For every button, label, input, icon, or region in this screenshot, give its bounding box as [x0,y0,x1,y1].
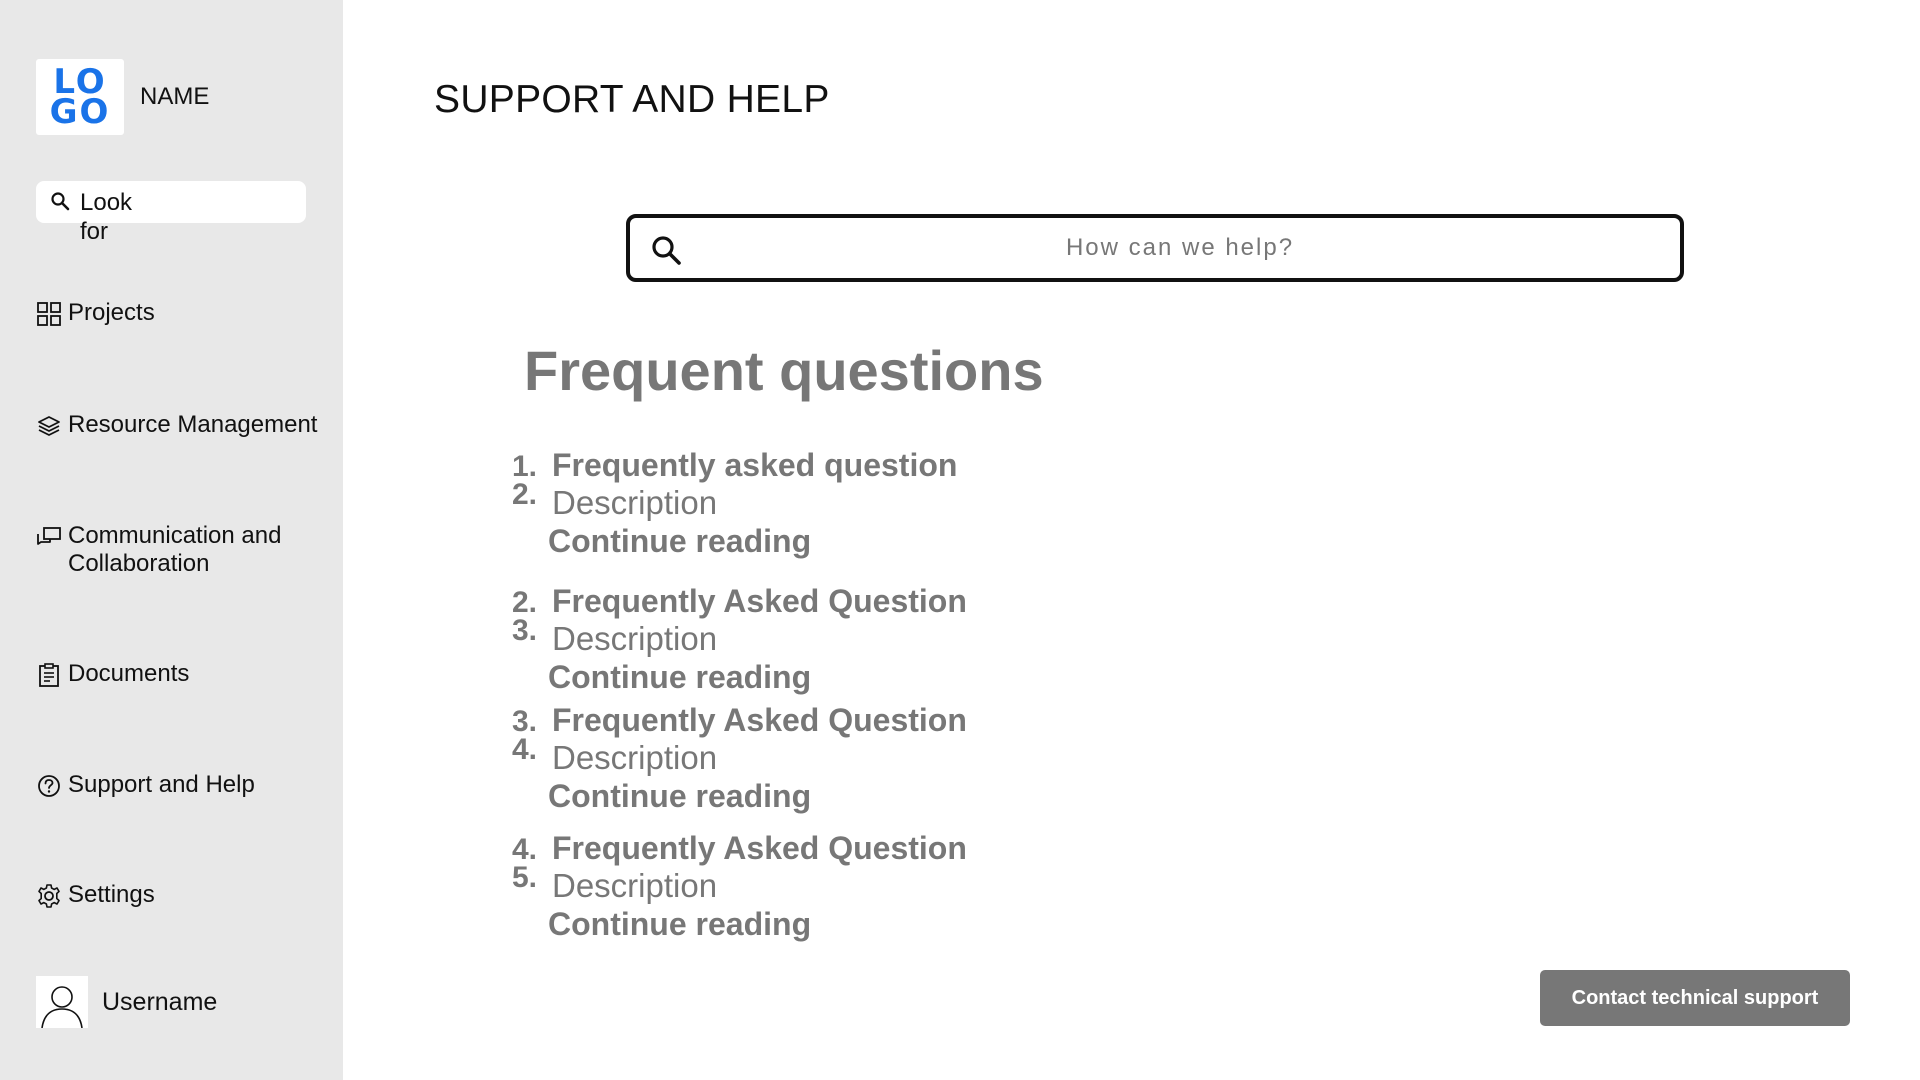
sidebar-item-label: Resource Management [68,411,318,438]
faq-description-number: 2. [512,478,538,511]
search-icon [652,236,681,265]
sidebar-item-communication[interactable]: Communication and Collaboration [36,522,328,578]
faq-question-row: 3. Frequently Asked Question [512,701,1112,739]
faq-description: Description [552,867,718,904]
help-search-input[interactable] [700,218,1660,278]
contact-support-button[interactable]: Contact technical support [1540,970,1850,1026]
faq-question[interactable]: Frequently asked question [552,446,957,484]
faq-item: 2. Frequently Asked Question 3. Descript… [512,582,1112,696]
continue-reading-link[interactable]: Continue reading [548,522,1112,560]
faq-question[interactable]: Frequently Asked Question [552,829,967,867]
layers-icon [38,416,60,436]
sidebar-item-label: Documents [68,660,190,687]
grid-icon [37,302,61,326]
brand: LO GO NAME [36,59,209,135]
help-search-bar[interactable] [626,214,1684,282]
sidebar-item-label: Communication and Collaboration [68,522,282,577]
brand-name: NAME [140,83,210,110]
continue-reading-link[interactable]: Continue reading [548,658,1112,696]
faq-heading: Frequent questions [524,339,1044,402]
user-avatar-icon [36,976,88,1028]
faq-description: Description [552,620,718,657]
sidebar-item-documents[interactable]: Documents [36,660,189,688]
faq-description-row: 2. Description [512,478,1112,522]
logo-text: LO GO [49,62,111,132]
help-circle-icon [38,775,60,797]
sidebar-item-label: Support and Help [68,771,255,798]
sidebar-item-projects[interactable]: Projects [36,299,155,327]
faq-description: Description [552,739,718,776]
faq-question-row: 1. Frequently asked question [512,446,1112,484]
faq-description-number: 4. [512,733,538,766]
faq-description-row: 3. Description [512,614,1112,658]
clipboard-icon [39,663,59,687]
continue-reading-link[interactable]: Continue reading [548,905,1112,943]
sidebar-item-label: Settings [68,881,155,908]
faq-description-row: 5. Description [512,861,1112,905]
logo[interactable]: LO GO [36,59,124,135]
faq-description: Description [552,484,718,521]
faq-question[interactable]: Frequently Asked Question [552,701,967,739]
username: Username [102,987,218,1016]
faq-item: 1. Frequently asked question 2. Descript… [512,446,1112,560]
gear-icon [38,884,60,908]
sidebar-search-label: Look for [80,189,133,245]
faq-description-row: 4. Description [512,733,1112,777]
sidebar: LO GO NAME Look for Projects Resource Ma… [0,0,343,1080]
page-title: SUPPORT AND HELP [434,78,830,121]
sidebar-item-settings[interactable]: Settings [36,881,155,909]
faq-question[interactable]: Frequently Asked Question [552,582,967,620]
sidebar-item-resource-management[interactable]: Resource Management [36,411,317,439]
chat-icon [37,527,61,545]
faq-item: 3. Frequently Asked Question 4. Descript… [512,701,1112,815]
sidebar-item-support[interactable]: Support and Help [36,771,255,799]
sidebar-item-label: Projects [68,299,155,326]
faq-question-row: 4. Frequently Asked Question [512,829,1112,867]
search-icon [51,192,70,211]
continue-reading-link[interactable]: Continue reading [548,777,1112,815]
faq-description-number: 3. [512,614,538,647]
faq-question-row: 2. Frequently Asked Question [512,582,1112,620]
user-profile[interactable]: Username [36,976,217,1028]
faq-item: 4. Frequently Asked Question 5. Descript… [512,829,1112,943]
faq-description-number: 5. [512,861,538,894]
sidebar-search-input[interactable]: Look for [36,181,306,245]
